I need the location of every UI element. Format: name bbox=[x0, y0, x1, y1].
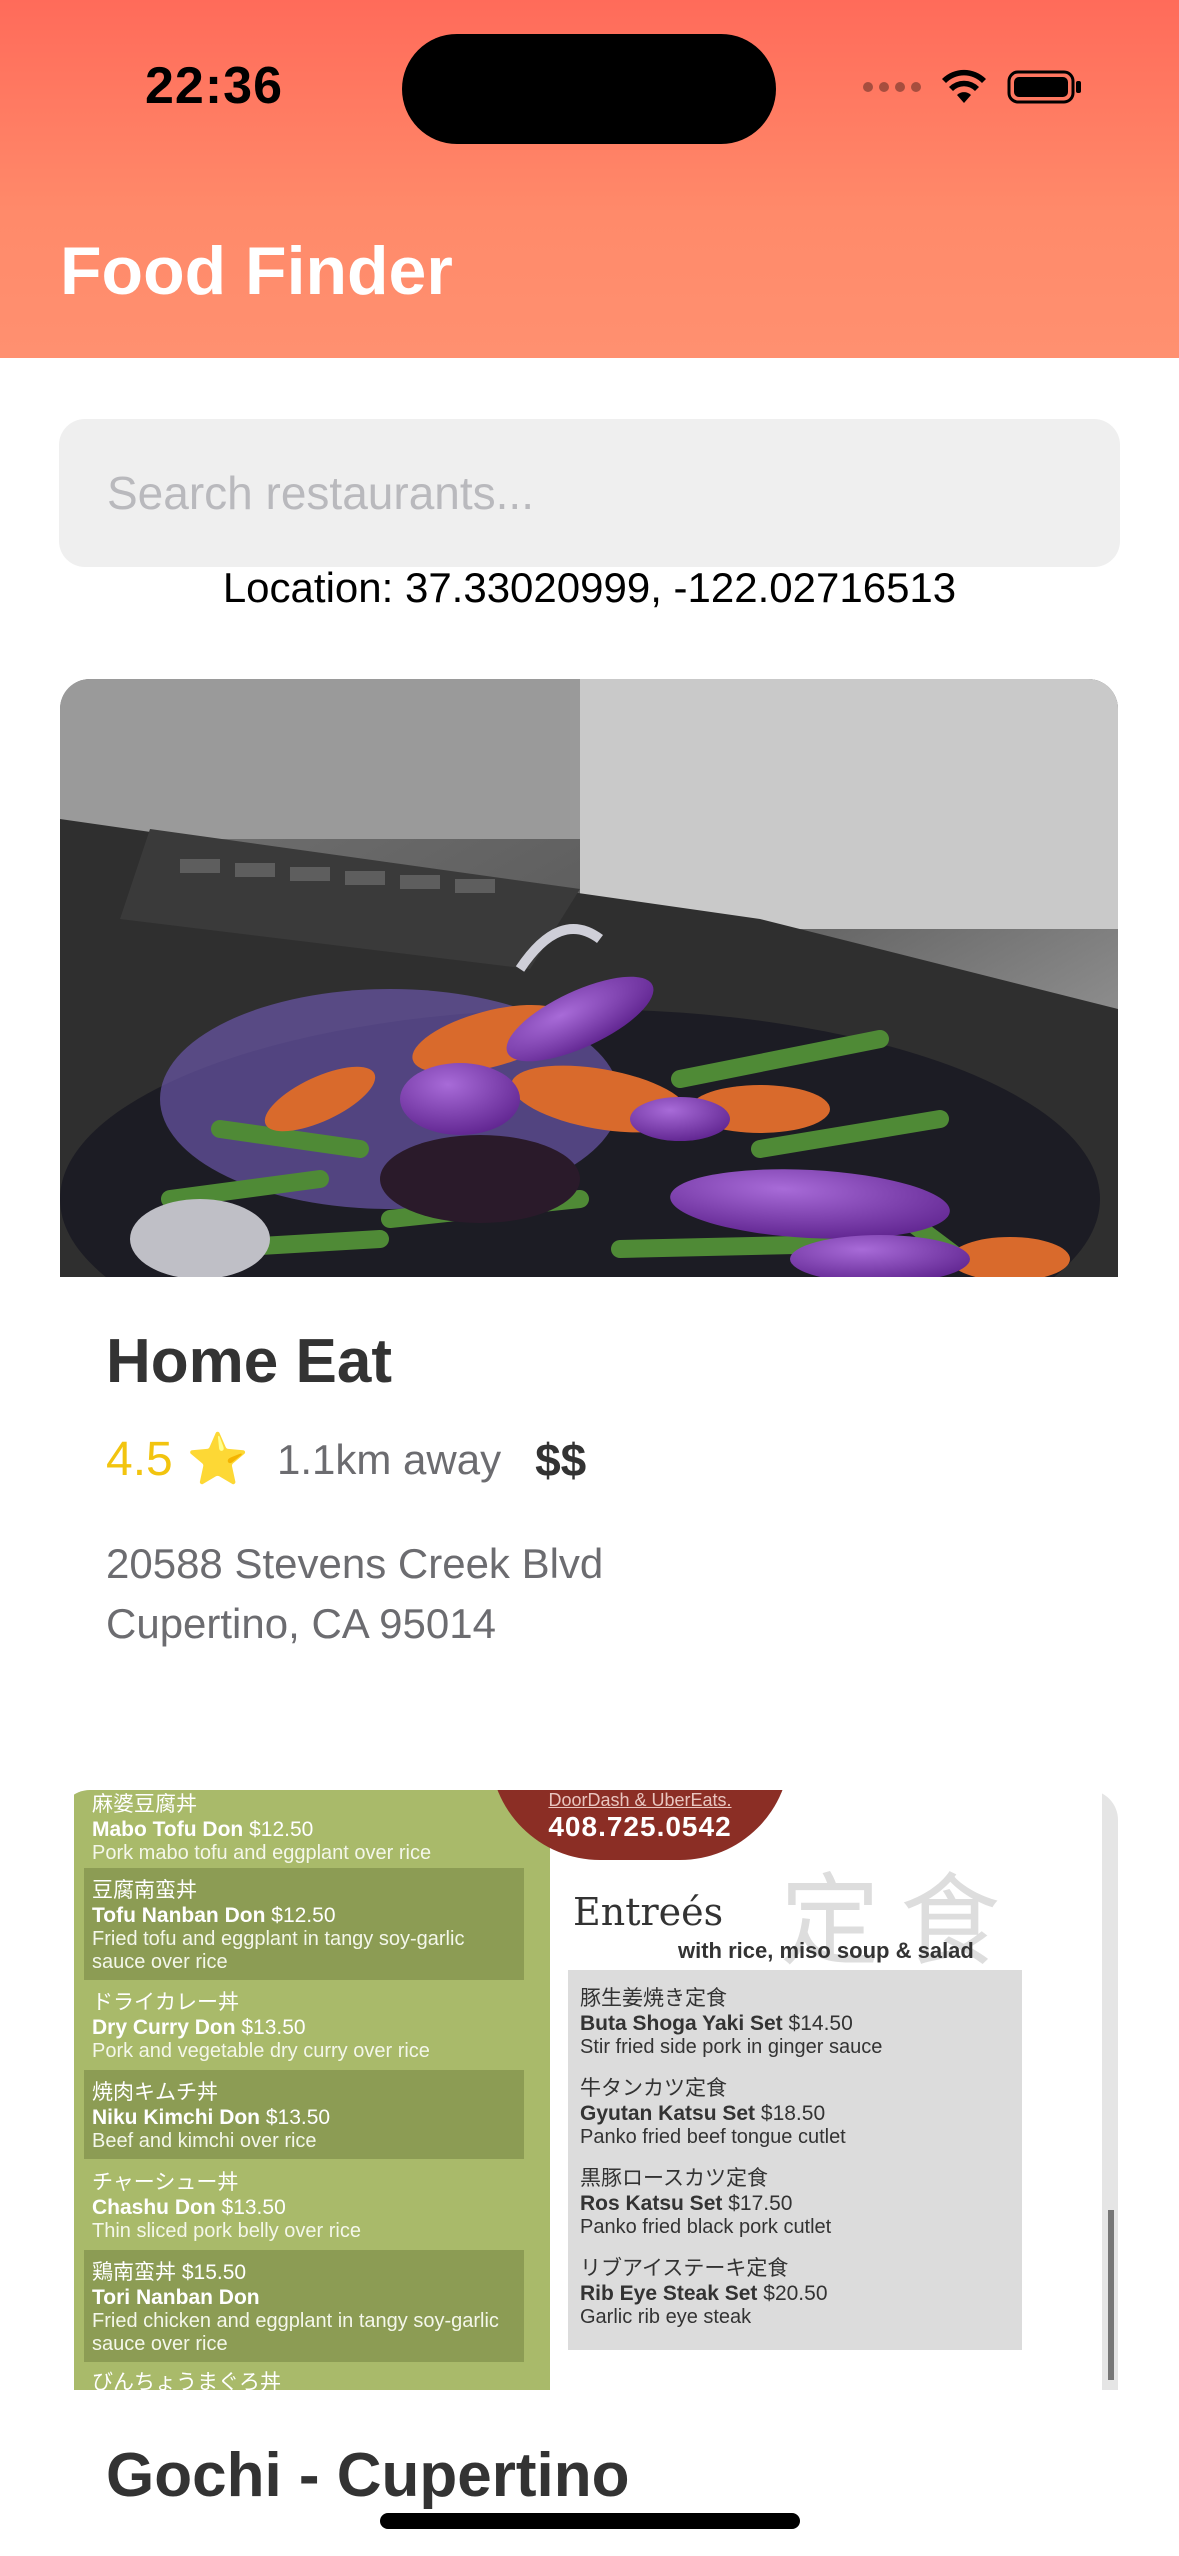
rating-value: 4.5 bbox=[106, 1433, 173, 1486]
menu-item: 焼肉キムチ丼 Niku Kimchi Don $13.50 Beef and k… bbox=[84, 2070, 524, 2159]
address-line-2: Cupertino, CA 95014 bbox=[106, 1600, 496, 1647]
menu-item: びんちょうまぐろ丼 bbox=[92, 2371, 281, 2390]
menu-item: 豆腐南蛮丼 Tofu Nanban Don $12.50 Fried tofu … bbox=[84, 1868, 524, 1980]
entrees-list: 豚生姜焼き定食 Buta Shoga Yaki Set $14.50 Stir … bbox=[568, 1970, 1022, 2350]
menu-item: 麻婆豆腐丼 Mabo Tofu Don $12.50 Pork mabo tof… bbox=[92, 1793, 432, 1864]
price-level: $$ bbox=[535, 1433, 587, 1486]
menu-item: ドライカレー丼 Dry Curry Don $13.50 Pork and ve… bbox=[92, 1991, 430, 2062]
dynamic-island bbox=[402, 34, 776, 144]
scroll-indicator bbox=[1102, 1790, 1118, 2390]
status-time: 22:36 bbox=[145, 57, 283, 115]
restaurant-meta: 4.5 ⭐ 1.1km away $$ bbox=[106, 1430, 586, 1489]
entrees-title: Entreés bbox=[573, 1890, 724, 1934]
location-label: Location: 37.33020999, -122.02716513 bbox=[222, 564, 957, 611]
menu-photo-image: 麻婆豆腐丼 Mabo Tofu Don $12.50 Pork mabo tof… bbox=[60, 1790, 1118, 2390]
home-indicator[interactable] bbox=[380, 2513, 800, 2529]
menu-item: 牛タンカツ定食 Gyutan Katsu Set $18.50 Panko fr… bbox=[580, 2077, 846, 2148]
cellular-signal-icon bbox=[863, 82, 921, 92]
app-header: 22:36 Food Finder bbox=[0, 0, 1179, 358]
entrees-subtitle: with rice, miso soup & salad bbox=[678, 1938, 974, 1963]
restaurant-address: 20588 Stevens Creek Blvd Cupertino, CA 9… bbox=[106, 1534, 603, 1654]
menu-item: 豚生姜焼き定食 Buta Shoga Yaki Set $14.50 Stir … bbox=[580, 1987, 883, 2058]
distance-label: 1.1km away bbox=[277, 1435, 502, 1483]
menu-item: 鶏南蛮丼 $15.50 Tori Nanban Don Fried chicke… bbox=[84, 2250, 524, 2362]
battery-icon bbox=[1007, 70, 1081, 104]
menu-item: リブアイステーキ定食 Rib Eye Steak Set $20.50 Garl… bbox=[580, 2257, 828, 2328]
food-photo-image bbox=[60, 679, 1118, 1277]
menu-item: チャーシュー丼 Chashu Don $13.50 Thin sliced po… bbox=[92, 2171, 361, 2242]
restaurant-photo[interactable] bbox=[60, 679, 1118, 1277]
menu-left-panel: 麻婆豆腐丼 Mabo Tofu Don $12.50 Pork mabo tof… bbox=[74, 1790, 550, 2390]
app-title: Food Finder bbox=[60, 233, 453, 309]
address-line-1: 20588 Stevens Creek Blvd bbox=[106, 1540, 604, 1587]
restaurant-name[interactable]: Home Eat bbox=[106, 1326, 392, 1397]
status-icons bbox=[863, 62, 1083, 112]
search-field[interactable] bbox=[59, 419, 1120, 567]
wifi-icon bbox=[942, 69, 986, 103]
menu-item: 黒豚ロースカツ定食 Ros Katsu Set $17.50 Panko fri… bbox=[580, 2167, 832, 2238]
star-icon: ⭐ bbox=[186, 1431, 249, 1487]
restaurant-photo[interactable]: 麻婆豆腐丼 Mabo Tofu Don $12.50 Pork mabo tof… bbox=[60, 1790, 1118, 2390]
search-input[interactable] bbox=[105, 465, 1120, 521]
restaurant-name[interactable]: Gochi - Cupertino bbox=[106, 2440, 630, 2511]
